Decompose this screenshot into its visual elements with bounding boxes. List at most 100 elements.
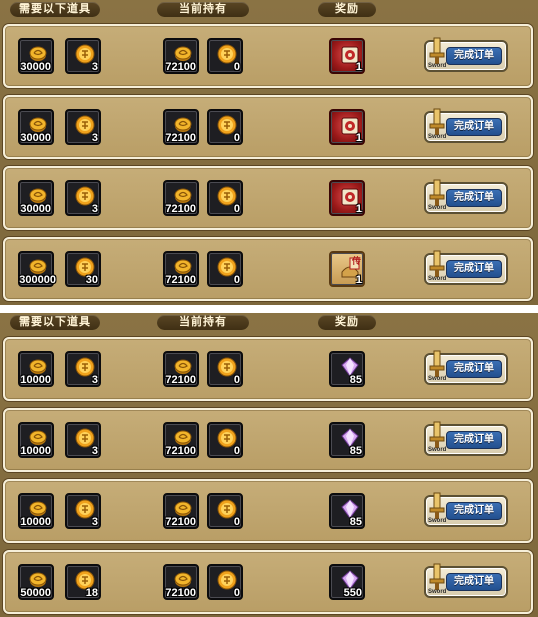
held-token-slot[interactable]: 0 <box>207 38 243 74</box>
required-token-slot[interactable]: 30 <box>65 251 101 287</box>
order-row: 300000 30 72100 0 传 1 完成订单 Sword <box>3 237 533 301</box>
held-gold-count: 72100 <box>165 516 196 528</box>
held-gold-slot[interactable]: 72100 <box>163 109 199 145</box>
reward-slot[interactable]: 1 <box>329 38 365 74</box>
order-row: 30000 3 72100 0 1 完成订单 Sword <box>3 24 533 88</box>
reward-count: 1 <box>355 132 362 144</box>
order-row: 30000 3 72100 0 1 完成订单 Sword <box>3 166 533 230</box>
held-token-count: 0 <box>233 61 240 73</box>
held-token-slot[interactable]: 0 <box>207 180 243 216</box>
complete-order-label: 完成订单 <box>446 502 502 520</box>
complete-order-button[interactable]: 完成订单 Sword <box>424 108 508 143</box>
header-reward: 奖励 <box>318 315 376 330</box>
held-token-slot[interactable]: 0 <box>207 109 243 145</box>
required-gold-count: 30000 <box>20 203 51 215</box>
sword-tag: Sword <box>428 134 447 140</box>
held-gold-slot[interactable]: 72100 <box>163 251 199 287</box>
complete-order-button[interactable]: 完成订单 Sword <box>424 250 508 285</box>
reward-slot[interactable]: 85 <box>329 493 365 529</box>
required-token-count: 30 <box>85 274 98 286</box>
held-token-count: 0 <box>233 587 240 599</box>
required-gold-slot[interactable]: 30000 <box>18 38 54 74</box>
sword-tag: Sword <box>428 276 447 282</box>
reward-slot[interactable]: 550 <box>329 564 365 600</box>
column-header: 需要以下道具 当前持有 奖励 <box>0 313 538 333</box>
held-token-count: 0 <box>233 516 240 528</box>
complete-order-button[interactable]: 完成订单 Sword <box>424 563 508 598</box>
complete-order-label: 完成订单 <box>446 47 502 65</box>
sword-tag: Sword <box>428 376 447 382</box>
required-gold-slot[interactable]: 300000 <box>18 251 56 287</box>
held-token-slot[interactable]: 0 <box>207 493 243 529</box>
complete-order-button[interactable]: 完成订单 Sword <box>424 179 508 214</box>
required-gold-count: 50000 <box>20 587 51 599</box>
held-gold-slot[interactable]: 72100 <box>163 422 199 458</box>
reward-slot[interactable]: 85 <box>329 422 365 458</box>
held-gold-slot[interactable]: 72100 <box>163 493 199 529</box>
reward-count: 85 <box>349 516 362 528</box>
complete-order-button[interactable]: 完成订单 Sword <box>424 37 508 72</box>
reward-slot[interactable]: 传1 <box>329 251 365 287</box>
reward-count: 1 <box>355 61 362 73</box>
required-token-slot[interactable]: 3 <box>65 422 101 458</box>
required-token-count: 3 <box>91 374 98 386</box>
held-gold-count: 72100 <box>165 61 196 73</box>
held-token-count: 0 <box>233 274 240 286</box>
reward-count: 1 <box>355 274 362 286</box>
required-gold-count: 30000 <box>20 61 51 73</box>
required-gold-count: 30000 <box>20 132 51 144</box>
sword-tag: Sword <box>428 63 447 69</box>
reward-slot[interactable]: 85 <box>329 351 365 387</box>
header-reward: 奖励 <box>318 2 376 17</box>
required-token-count: 3 <box>91 132 98 144</box>
reward-slot[interactable]: 1 <box>329 109 365 145</box>
held-gold-slot[interactable]: 72100 <box>163 180 199 216</box>
sword-tag: Sword <box>428 447 447 453</box>
order-row: 30000 3 72100 0 1 完成订单 Sword <box>3 95 533 159</box>
held-gold-slot[interactable]: 72100 <box>163 564 199 600</box>
order-row: 10000 3 72100 0 85 完成订单 Sword <box>3 479 533 543</box>
held-token-slot[interactable]: 0 <box>207 564 243 600</box>
held-token-slot[interactable]: 0 <box>207 251 243 287</box>
complete-order-label: 完成订单 <box>446 118 502 136</box>
complete-order-label: 完成订单 <box>446 260 502 278</box>
required-gold-slot[interactable]: 30000 <box>18 109 54 145</box>
required-gold-slot[interactable]: 30000 <box>18 180 54 216</box>
header-required-items: 需要以下道具 <box>10 2 100 17</box>
held-gold-slot[interactable]: 72100 <box>163 38 199 74</box>
held-gold-slot[interactable]: 72100 <box>163 351 199 387</box>
required-token-slot[interactable]: 18 <box>65 564 101 600</box>
held-token-count: 0 <box>233 203 240 215</box>
complete-order-button[interactable]: 完成订单 Sword <box>424 421 508 456</box>
held-token-slot[interactable]: 0 <box>207 422 243 458</box>
required-token-slot[interactable]: 3 <box>65 180 101 216</box>
required-gold-slot[interactable]: 10000 <box>18 351 54 387</box>
sword-tag: Sword <box>428 589 447 595</box>
required-token-count: 18 <box>85 587 98 599</box>
sword-tag: Sword <box>428 518 447 524</box>
reward-slot[interactable]: 1 <box>329 180 365 216</box>
required-token-count: 3 <box>91 61 98 73</box>
order-panel-2: 需要以下道具 当前持有 奖励 10000 3 72100 0 85 完成订单 Sword 10… <box>0 313 538 617</box>
required-gold-slot[interactable]: 50000 <box>18 564 54 600</box>
header-current-held: 当前持有 <box>157 2 249 17</box>
required-token-slot[interactable]: 3 <box>65 493 101 529</box>
required-token-slot[interactable]: 3 <box>65 38 101 74</box>
complete-order-button[interactable]: 完成订单 Sword <box>424 350 508 385</box>
order-row: 10000 3 72100 0 85 完成订单 Sword <box>3 337 533 401</box>
complete-order-button[interactable]: 完成订单 Sword <box>424 492 508 527</box>
reward-count: 550 <box>343 587 362 599</box>
order-row: 10000 3 72100 0 85 完成订单 Sword <box>3 408 533 472</box>
reward-count: 1 <box>355 203 362 215</box>
required-gold-count: 10000 <box>20 516 51 528</box>
required-gold-count: 300000 <box>19 274 56 286</box>
complete-order-label: 完成订单 <box>446 573 502 591</box>
required-token-slot[interactable]: 3 <box>65 109 101 145</box>
column-header: 需要以下道具 当前持有 奖励 <box>0 0 538 20</box>
required-token-slot[interactable]: 3 <box>65 351 101 387</box>
required-gold-slot[interactable]: 10000 <box>18 493 54 529</box>
held-token-slot[interactable]: 0 <box>207 351 243 387</box>
order-panel-1: 需要以下道具 当前持有 奖励 30000 3 72100 0 1 完成订单 Sword 300… <box>0 0 538 305</box>
required-gold-slot[interactable]: 10000 <box>18 422 54 458</box>
required-token-count: 3 <box>91 203 98 215</box>
